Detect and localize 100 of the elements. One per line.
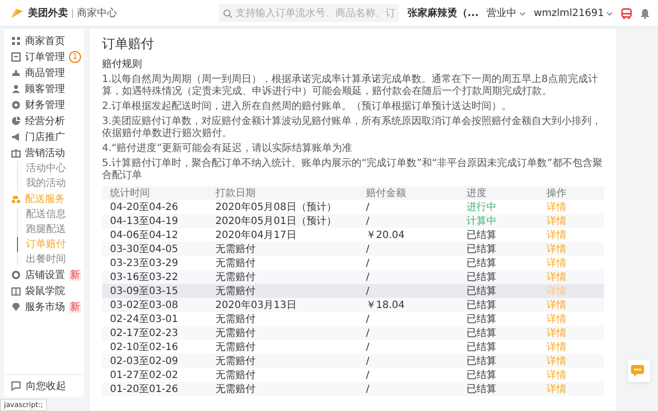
details-link[interactable]: 详情 bbox=[546, 328, 567, 339]
page-title: 订单赔付 bbox=[102, 36, 155, 53]
brand-subtitle: 商家中心 bbox=[77, 6, 117, 20]
document-icon bbox=[11, 52, 21, 62]
table-cell-text: ￥18.04 bbox=[365, 299, 406, 312]
column-header: 进度 bbox=[465, 186, 488, 200]
submenu-item[interactable]: 配送信息 bbox=[18, 207, 84, 222]
logo-icon bbox=[10, 7, 24, 19]
table-cell-text: 无需赔付 bbox=[214, 368, 256, 382]
submenu-item[interactable]: 订单赔付 bbox=[17, 237, 84, 252]
status-text: 已结算 bbox=[465, 228, 498, 242]
table-cell-text: 无需赔付 bbox=[214, 326, 256, 340]
table-cell-text: 无需赔付 bbox=[214, 270, 256, 284]
status-text: 已结算 bbox=[465, 382, 498, 396]
details-link[interactable]: 详情 bbox=[546, 244, 567, 255]
details-link[interactable]: 详情 bbox=[546, 384, 567, 395]
table-cell-text: / bbox=[365, 384, 370, 394]
sidebar-item[interactable]: 财务管理 bbox=[4, 97, 84, 113]
new-badge: 新 bbox=[69, 302, 81, 312]
collapse-button[interactable]: 向您收起 bbox=[4, 374, 84, 397]
sidebar-item[interactable]: 配送服务 bbox=[4, 191, 84, 207]
caret-icon bbox=[518, 10, 526, 16]
details-link[interactable]: 详情 bbox=[546, 370, 567, 381]
details-link[interactable]: 详情 bbox=[546, 230, 567, 241]
new-badge: 新 bbox=[69, 270, 81, 280]
flag-icon bbox=[11, 381, 21, 391]
submenu-item[interactable]: 出餐时间 bbox=[18, 252, 84, 267]
column-header: 统计时间 bbox=[109, 186, 151, 200]
table-cell-text: 2020年03月13日 bbox=[214, 299, 298, 312]
megaphone-icon bbox=[11, 132, 21, 142]
table-cell-text: 03-30至04-05 bbox=[109, 243, 180, 256]
status-text: 计算中 bbox=[465, 214, 498, 228]
table-cell-text: 04-06至04-12 bbox=[109, 229, 180, 242]
rule-text: 5.计算赔付订单时，聚合配订单不纳入统计。账单内展示的“完成订单数”和“非平台原因未完成订单数”都不包含聚合配订单 bbox=[102, 158, 604, 182]
table-cell-text: 无需赔付 bbox=[214, 284, 256, 298]
sidebar-item[interactable]: 商品管理 bbox=[4, 65, 84, 81]
rules-heading: 赔付规则 bbox=[102, 58, 143, 71]
table-cell-text: 无需赔付 bbox=[214, 382, 256, 396]
diamond-icon bbox=[11, 302, 21, 312]
table-cell-text: 04-13至04-19 bbox=[109, 215, 180, 228]
sidebar-item[interactable]: 订单管理 1 bbox=[4, 49, 84, 65]
sidebar-item[interactable]: 营销活动 bbox=[4, 145, 84, 161]
coin-icon bbox=[11, 100, 21, 110]
sidebar-item[interactable]: 袋鼠学院 bbox=[4, 283, 84, 299]
details-link[interactable]: 详情 bbox=[546, 356, 567, 367]
sidebar-item[interactable]: 门店推广 bbox=[4, 129, 84, 145]
sidebar-item[interactable]: 商家首页 bbox=[4, 33, 84, 49]
table-cell-text: / bbox=[365, 356, 370, 366]
rule-text: 3.美团应赔付订单数，对应赔付金额计算波动见赔付账单，所有系统原因取消订单会按照赔付金额自大到小排列，依据赔付单数进行赔次赔付。 bbox=[102, 116, 603, 140]
person-icon bbox=[11, 84, 21, 94]
table-cell-text: / bbox=[365, 216, 370, 226]
status-text: 已结算 bbox=[465, 312, 498, 326]
details-link[interactable]: 详情 bbox=[546, 258, 567, 269]
status-text: 进行中 bbox=[465, 200, 498, 214]
rule-text: 2.订单根据发起配送时间，进入所在自然周的赔付账单。（预订单根据订单预计送达时间）。 bbox=[102, 101, 513, 113]
table-cell-text: 03-23至03-29 bbox=[109, 257, 180, 270]
submenu-item[interactable]: 我的活动 bbox=[18, 176, 84, 191]
details-link[interactable]: 详情 bbox=[546, 314, 567, 325]
sidebar-item[interactable]: 顾客管理 bbox=[4, 81, 84, 97]
table-cell-text: / bbox=[365, 258, 370, 268]
status-text: 已结算 bbox=[465, 270, 498, 284]
details-link[interactable]: 详情 bbox=[546, 202, 567, 213]
column-header: 赔付金额 bbox=[365, 186, 407, 200]
grid-icon bbox=[11, 36, 21, 46]
status-text: 已结算 bbox=[465, 242, 498, 256]
table-cell-text: / bbox=[365, 272, 370, 282]
table-cell-text: 01-27至02-02 bbox=[109, 369, 180, 382]
table-cell-text: 02-17至02-23 bbox=[109, 327, 180, 340]
bus-icon[interactable] bbox=[621, 8, 632, 18]
bell-icon[interactable] bbox=[640, 8, 650, 18]
details-link[interactable]: 详情 bbox=[546, 272, 567, 283]
book-icon bbox=[11, 286, 21, 296]
status-text: 已结算 bbox=[465, 340, 498, 354]
status-text: 已结算 bbox=[465, 368, 498, 382]
sidebar-item[interactable]: 店铺设置 新 bbox=[4, 267, 84, 283]
submenu-item[interactable]: 跑腿配送 bbox=[18, 222, 84, 237]
table-cell-text: 02-03至02-09 bbox=[109, 355, 180, 368]
status-dropdown[interactable]: 营业中 bbox=[486, 6, 526, 20]
table-cell-text: / bbox=[365, 286, 370, 296]
search-icon bbox=[223, 8, 232, 18]
table-cell-text: 01-20至01-26 bbox=[109, 383, 180, 396]
sidebar-item[interactable]: 经营分析 bbox=[4, 113, 84, 129]
table-cell-text: 无需赔付 bbox=[214, 354, 256, 368]
store-name[interactable]: 张家麻辣烫（... bbox=[407, 6, 479, 20]
account-dropdown[interactable]: wmzlml21691 bbox=[534, 8, 613, 18]
chart-icon bbox=[11, 116, 21, 126]
details-link[interactable]: 详情 bbox=[546, 342, 567, 353]
submenu-item[interactable]: 活动中心 bbox=[18, 161, 84, 176]
chat-icon bbox=[631, 364, 647, 378]
details-link[interactable]: 详情 bbox=[546, 216, 567, 227]
sidebar-item[interactable]: 服务市场 新 bbox=[4, 299, 84, 315]
table-cell-text: 无需赔付 bbox=[214, 312, 256, 326]
status-text: 已结算 bbox=[465, 284, 498, 298]
status-text: 已结算 bbox=[465, 256, 498, 270]
details-link[interactable]: 详情 bbox=[546, 300, 567, 311]
chat-button[interactable] bbox=[628, 360, 650, 382]
table-cell-text: 02-24至03-01 bbox=[109, 313, 180, 326]
status-text: 已结算 bbox=[465, 326, 498, 340]
count-badge: 1 bbox=[69, 51, 81, 63]
table-cell-text: / bbox=[365, 328, 370, 338]
